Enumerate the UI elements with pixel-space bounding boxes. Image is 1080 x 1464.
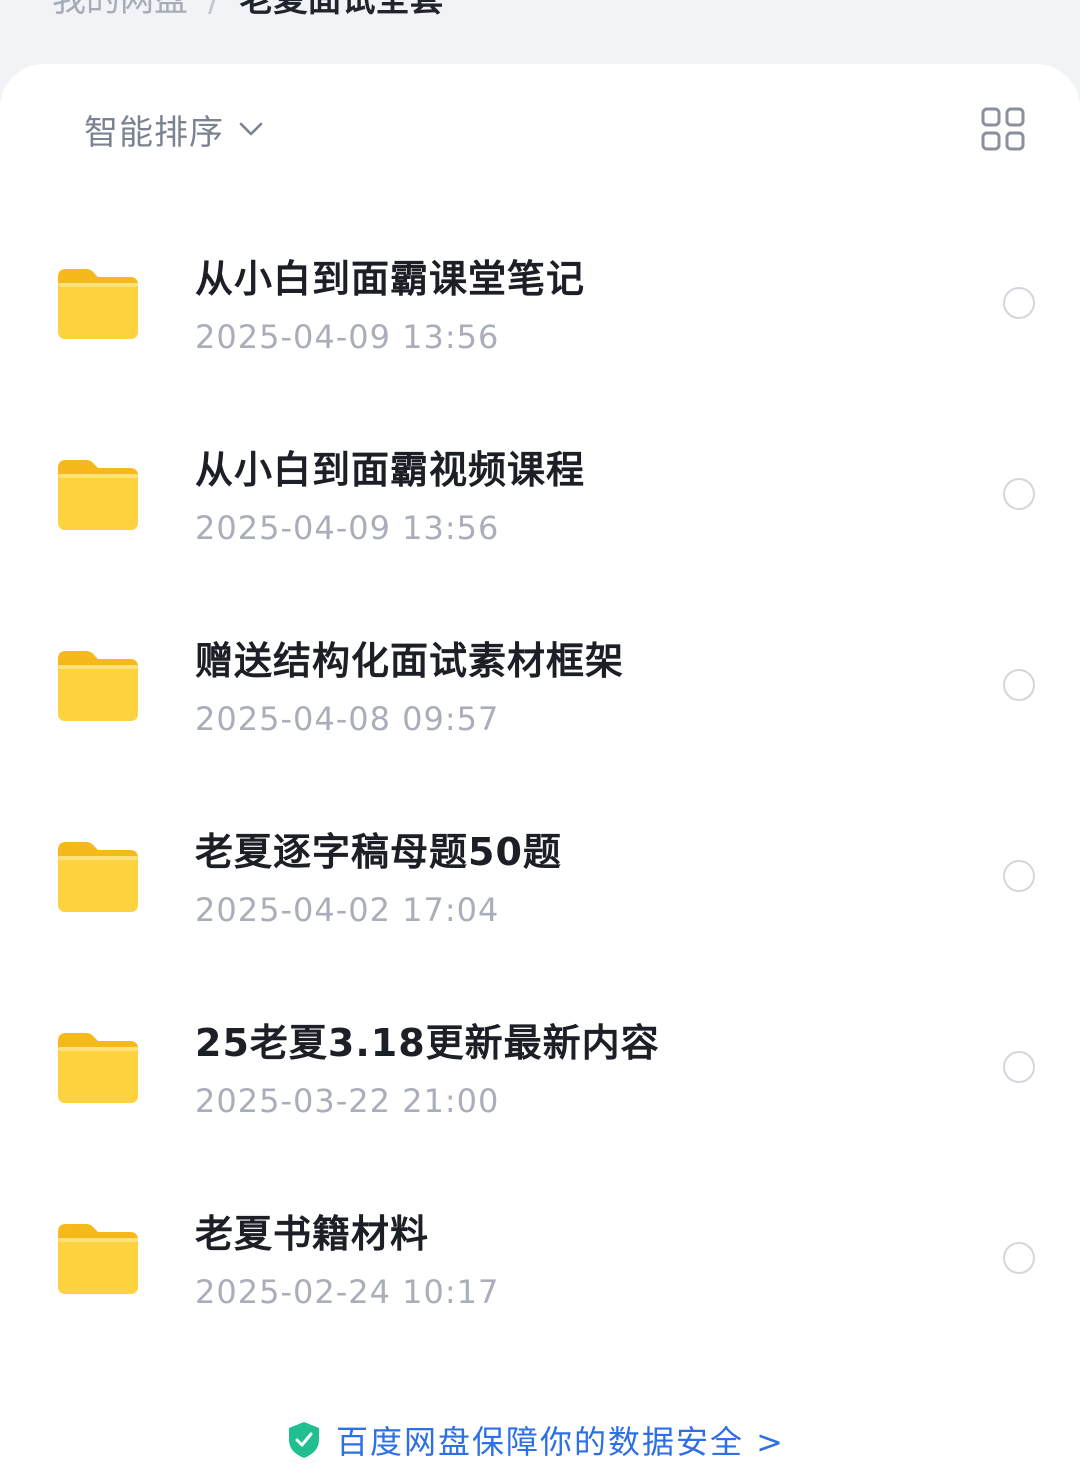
file-row[interactable]: 25老夏3.18更新最新内容 2025-03-22 21:00: [0, 971, 1080, 1162]
select-checkbox[interactable]: [1003, 1242, 1035, 1274]
select-checkbox[interactable]: [1003, 669, 1035, 701]
file-list-panel: 智能排序 从小白到面霸课堂笔记 2025-04-09 13:56 从小白到面霸视…: [0, 64, 1080, 1464]
file-row[interactable]: 从小白到面霸课堂笔记 2025-04-09 13:56: [0, 207, 1080, 398]
file-name: 赠送结构化面试素材框架: [195, 639, 625, 683]
file-row[interactable]: 老夏书籍材料 2025-02-24 10:17: [0, 1162, 1080, 1353]
folder-icon: [56, 265, 140, 341]
file-date: 2025-04-02 17:04: [195, 891, 500, 929]
file-name: 老夏书籍材料: [195, 1212, 430, 1256]
file-date: 2025-04-08 09:57: [195, 700, 500, 738]
file-date: 2025-04-09 13:56: [195, 509, 500, 547]
file-list: 从小白到面霸课堂笔记 2025-04-09 13:56 从小白到面霸视频课程 2…: [0, 207, 1080, 1353]
file-name: 从小白到面霸课堂笔记: [195, 257, 586, 301]
file-date: 2025-02-24 10:17: [195, 1273, 500, 1311]
folder-icon: [56, 1029, 140, 1105]
select-checkbox[interactable]: [1003, 287, 1035, 319]
security-notice-text: 百度网盘保障你的数据安全 >: [336, 1423, 785, 1461]
folder-icon: [56, 456, 140, 532]
breadcrumb: 我的网盘 / 老夏面试全套: [52, 0, 443, 24]
folder-icon: [56, 1220, 140, 1296]
file-name: 老夏逐字稿母题50题: [195, 830, 562, 874]
security-notice-link[interactable]: 百度网盘保障你的数据安全 >: [286, 1420, 785, 1461]
select-checkbox[interactable]: [1003, 478, 1035, 510]
file-name: 25老夏3.18更新最新内容: [195, 1021, 660, 1065]
file-row[interactable]: 老夏逐字稿母题50题 2025-04-02 17:04: [0, 780, 1080, 971]
file-date: 2025-04-09 13:56: [195, 318, 500, 356]
sort-dropdown-button[interactable]: 智能排序: [84, 104, 264, 154]
shield-icon: [286, 1420, 322, 1460]
breadcrumb-root-link[interactable]: 我的网盘: [52, 0, 188, 24]
folder-icon: [56, 838, 140, 914]
file-name: 从小白到面霸视频课程: [195, 448, 586, 492]
folder-icon: [56, 647, 140, 723]
list-toolbar: 智能排序: [0, 64, 1080, 194]
file-row[interactable]: 从小白到面霸视频课程 2025-04-09 13:56: [0, 398, 1080, 589]
chevron-down-icon: [238, 116, 264, 142]
grid-view-icon[interactable]: [980, 106, 1026, 152]
file-row[interactable]: 赠送结构化面试素材框架 2025-04-08 09:57: [0, 589, 1080, 780]
select-checkbox[interactable]: [1003, 860, 1035, 892]
sort-label: 智能排序: [84, 112, 224, 153]
breadcrumb-separator: /: [208, 0, 220, 20]
file-date: 2025-03-22 21:00: [195, 1082, 500, 1120]
breadcrumb-current-folder: 老夏面试全套: [239, 0, 444, 20]
select-checkbox[interactable]: [1003, 1051, 1035, 1083]
